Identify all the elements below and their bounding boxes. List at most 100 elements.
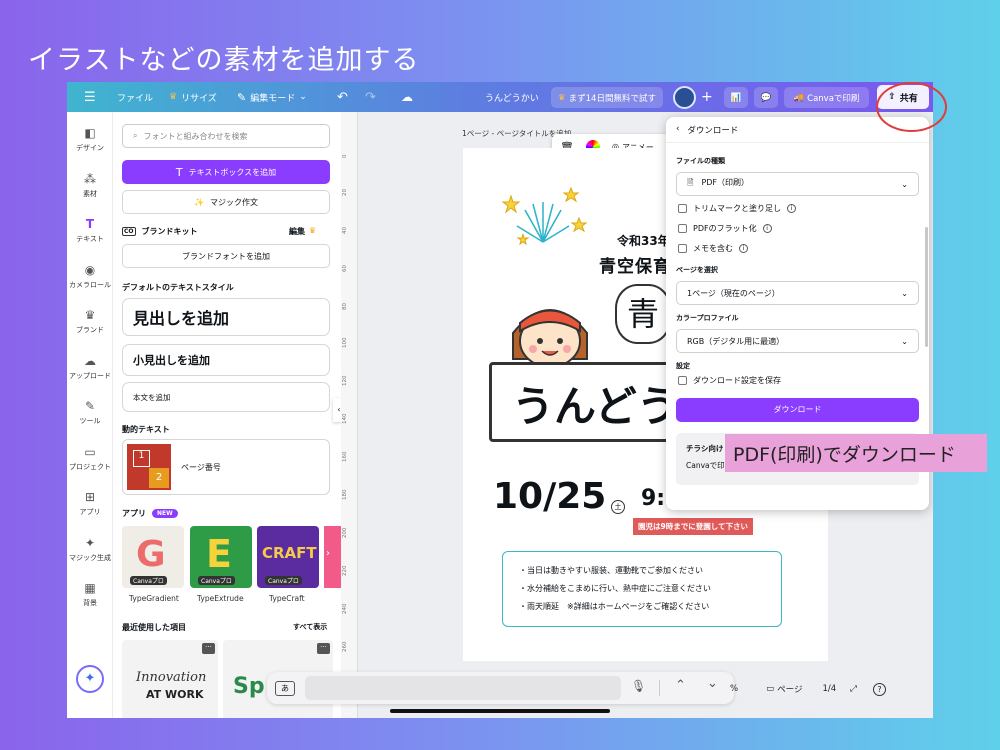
show-all-link[interactable]: すべて表示: [293, 622, 327, 632]
pro-badge: Canvaプロ: [130, 576, 167, 585]
magic-media-icon: ✦: [84, 535, 96, 550]
rail-item-tools[interactable]: ✎ ツール: [67, 399, 113, 426]
folder-icon: ▭: [84, 444, 96, 459]
recent-item[interactable]: Innovation AT WORK ···: [122, 640, 218, 718]
poster-time: 9:: [641, 486, 666, 511]
poster-school: 青空保育: [599, 257, 671, 277]
chevron-down-icon: ⌄: [901, 336, 908, 346]
pages-button[interactable]: ▭ ページ: [766, 683, 802, 695]
rail-item-label: マジック生成: [69, 553, 111, 562]
magic-assistant-button[interactable]: ✦: [76, 665, 104, 693]
trial-label: まず14日間無料で試す: [568, 93, 656, 104]
rail-item-label: アップロード: [69, 371, 111, 380]
app-typecraft[interactable]: CRAFT Canvaプロ: [257, 526, 319, 588]
more-icon[interactable]: ···: [202, 643, 215, 654]
ruler-tick: 260: [342, 641, 348, 653]
add-collaborator-button[interactable]: +: [701, 82, 713, 112]
resize-button[interactable]: ♛ リサイズ: [169, 82, 217, 112]
add-brand-font-button[interactable]: ブランドフォントを追加: [122, 244, 330, 268]
checkbox-box: [678, 204, 687, 213]
zoom-level[interactable]: %: [730, 684, 738, 694]
bar-chart-icon: 📊: [730, 92, 742, 103]
file-type-select[interactable]: 🗎 PDF（印刷） ⌄: [676, 172, 919, 196]
ruler-tick: 200: [342, 527, 348, 539]
rail-item-folder[interactable]: ▭ プロジェクト: [67, 445, 113, 472]
text-input-bar[interactable]: [305, 676, 621, 700]
print-button[interactable]: 🚚 Canvaで印刷: [784, 87, 869, 108]
design-title[interactable]: うんどうかい: [485, 82, 539, 112]
brand-edit-link[interactable]: 編集 ♛: [289, 226, 316, 237]
ruler-tick: 160: [342, 451, 348, 463]
home-indicator: [390, 709, 610, 713]
cloud-save-icon[interactable]: ☁: [401, 82, 413, 112]
kana-key[interactable]: あ: [275, 681, 295, 696]
help-icon[interactable]: ?: [872, 682, 886, 696]
rail-item-text[interactable]: T テキスト: [67, 217, 113, 244]
avatar[interactable]: [673, 86, 696, 109]
elements-icon: ⁂: [84, 171, 96, 186]
magic-write-button[interactable]: ✨ マジック作文: [122, 190, 330, 214]
plus-icon: +: [701, 89, 713, 105]
edit-mode-dropdown[interactable]: ✎ 編集モード ⌄: [237, 82, 307, 112]
rail-item-elements[interactable]: ⁂ 素材: [67, 172, 113, 199]
trim-marks-checkbox[interactable]: トリムマークと塗り足し i: [678, 203, 796, 214]
rail-item-background[interactable]: ▦ 背景: [67, 581, 113, 608]
file-menu[interactable]: ファイル: [117, 82, 153, 112]
include-notes-label: メモを含む: [693, 244, 733, 253]
page-number-card[interactable]: 1 2 ページ番号: [122, 439, 330, 495]
add-textbox-button[interactable]: T テキストボックスを追加: [122, 160, 330, 184]
save-settings-checkbox[interactable]: ダウンロード設定を保存: [678, 375, 781, 386]
rail-item-apps[interactable]: ⊞ アプリ: [67, 490, 113, 517]
fullscreen-icon[interactable]: ⤢: [850, 684, 857, 694]
ruler-tick: 180: [342, 489, 348, 501]
insights-button[interactable]: 📊: [724, 87, 748, 108]
top-bar: ☰ ファイル ♛ リサイズ ✎ 編集モード ⌄ ↶ ↷ ☁ うんどうかい ♛ まず14日…: [67, 82, 933, 112]
menu-button[interactable]: ☰: [84, 82, 96, 112]
include-notes-checkbox[interactable]: メモを含む i: [678, 243, 748, 254]
redo-button[interactable]: ↷: [365, 82, 376, 112]
design-icon: ◧: [84, 126, 96, 140]
rail-item-design[interactable]: ◧ デザイン: [67, 126, 113, 153]
rail-item-magic-media[interactable]: ✦ マジック生成: [67, 536, 113, 563]
info-icon[interactable]: i: [762, 224, 772, 233]
fireworks-illustration: [501, 186, 588, 246]
search-icon: ⌕: [133, 131, 138, 140]
more-icon[interactable]: ···: [317, 643, 330, 654]
microphone-icon[interactable]: 🎙: [631, 679, 646, 693]
chevron-right-icon: ›: [326, 548, 330, 559]
scrollbar[interactable]: [925, 227, 928, 347]
undo-button[interactable]: ↶: [337, 82, 348, 112]
camera-icon: ◉: [84, 262, 96, 277]
recent-item-text-a: Innovation: [136, 670, 207, 685]
app-next-preview[interactable]: ›: [324, 526, 341, 588]
add-subheading-button[interactable]: 小見出しを追加: [122, 344, 330, 376]
info-icon[interactable]: i: [739, 244, 748, 253]
chevron-up-icon[interactable]: ⌃: [675, 678, 686, 693]
status-bar: % ▭ ページ 1/4 ⤢ ?: [730, 680, 886, 698]
rail-item-label: アプリ: [79, 508, 101, 516]
download-back-button[interactable]: ‹ ダウンロード: [676, 124, 738, 136]
rail-item-brand[interactable]: ♛ ブランド: [67, 308, 113, 335]
rail-item-label: カメラロール: [69, 280, 111, 289]
comments-button[interactable]: 💬: [754, 87, 778, 108]
rail-item-camera[interactable]: ◉ カメラロール: [67, 263, 113, 290]
page-number-label: ページ番号: [181, 463, 221, 472]
chevron-down-icon[interactable]: ⌄: [707, 676, 718, 691]
rail-item-upload[interactable]: ☁ アップロード: [67, 354, 113, 381]
download-button[interactable]: ダウンロード: [676, 398, 919, 422]
add-heading-button[interactable]: 見出しを追加: [122, 298, 330, 336]
flatten-pdf-checkbox[interactable]: PDFのフラット化 i: [678, 223, 772, 234]
app-typegradient[interactable]: G Canvaプロ: [122, 526, 184, 588]
trial-button[interactable]: ♛ まず14日間無料で試す: [551, 87, 663, 108]
undo-icon: ↶: [337, 89, 348, 105]
color-profile-dropdown[interactable]: RGB（デジタル用に最適） ⌄: [676, 329, 919, 353]
checkbox-box: [678, 376, 687, 385]
select-pages-dropdown[interactable]: 1ページ（現在のページ） ⌄: [676, 281, 919, 305]
search-input[interactable]: ⌕ フォントと組み合わせを検索: [122, 124, 330, 148]
add-body-button[interactable]: 本文を追加: [122, 382, 330, 412]
poster-weekday: 土: [611, 500, 625, 514]
info-icon[interactable]: i: [787, 204, 796, 213]
chevron-down-icon: ⌄: [901, 179, 908, 189]
checkbox-box: [678, 244, 687, 253]
app-typeextrude[interactable]: E Canvaプロ: [190, 526, 252, 588]
